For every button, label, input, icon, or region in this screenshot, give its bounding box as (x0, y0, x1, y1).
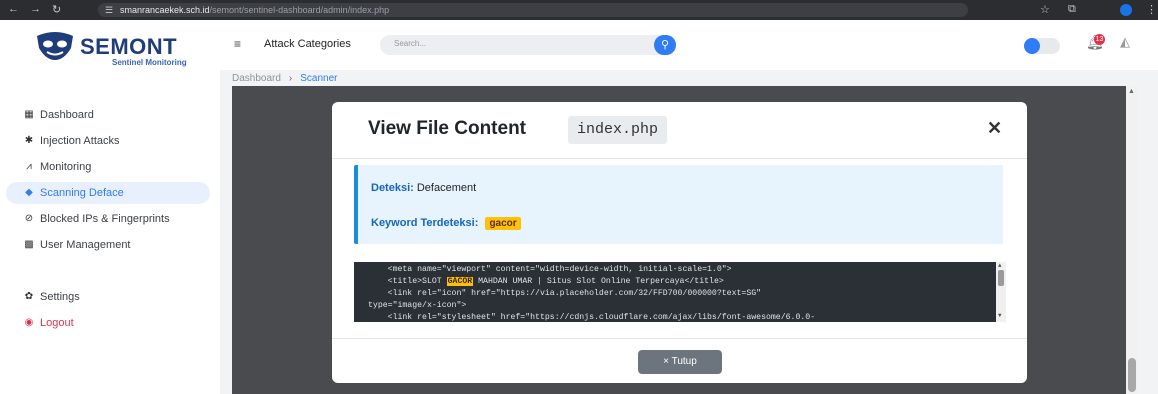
sidebar-item-dashboard[interactable]: ▦ Dashboard (6, 104, 210, 126)
detection-line: Deteksi: Defacement (371, 182, 476, 194)
chart-icon: ⩘ (26, 161, 32, 172)
brand-tagline: Sentinel Monitoring (112, 58, 187, 67)
modal-header: View File Content index.php ✕ (332, 102, 1027, 159)
gear-icon: ✿ (24, 291, 34, 302)
user-avatar-icon[interactable]: ◭ (1120, 34, 1130, 50)
scroll-up-icon[interactable]: ▲ (998, 262, 1002, 269)
scroll-up-icon[interactable]: ▲ (1128, 88, 1135, 95)
scan-icon: ◆ (25, 187, 33, 198)
theme-toggle[interactable] (1024, 38, 1060, 54)
sidebar-item-settings[interactable]: ✿ Settings (6, 286, 210, 308)
modal-title: View File Content (368, 118, 527, 139)
bug-icon: ✱ (24, 135, 34, 146)
view-file-modal: View File Content index.php ✕ Deteksi: D… (332, 102, 1027, 383)
breadcrumb: Dashboard › Scanner (232, 73, 338, 84)
code-line: <title>SLOT GACOR MAHDAN UMAR | Situs Sl… (368, 277, 724, 286)
search-icon: ⚲ (660, 39, 670, 51)
file-content-viewer[interactable]: <meta name="viewport" content="width=dev… (354, 262, 1006, 322)
detection-alert: Deteksi: Defacement Keyword Terdeteksi: … (354, 165, 1003, 244)
extensions-icon[interactable]: ⧉ (1068, 3, 1076, 16)
forward-icon[interactable]: → (30, 3, 41, 15)
users-icon: ▩ (24, 239, 34, 250)
keyword-label: Keyword Terdeteksi: (371, 217, 479, 229)
browser-toolbar: ← → ↻ ☰ smanrancaekek.sch.id/semont/sent… (0, 0, 1158, 20)
search-bar[interactable]: Search... ⚲ (380, 35, 676, 55)
url-path: /semont/sentinel-dashboard/admin/index.p… (209, 5, 390, 15)
toggle-knob (1024, 38, 1040, 54)
scroll-down-icon[interactable]: ▼ (998, 312, 1002, 319)
reload-icon[interactable]: ↻ (52, 3, 61, 16)
breadcrumb-separator-icon: › (288, 73, 293, 84)
code-scrollbar[interactable]: ▲ ▼ (996, 262, 1006, 322)
sidebar-item-injection-attacks[interactable]: ✱ Injection Attacks (6, 130, 210, 152)
profile-avatar[interactable] (1120, 4, 1132, 16)
scrollbar-thumb[interactable] (1128, 358, 1136, 392)
brand-name: SEMONT (80, 34, 178, 59)
sidebar-item-label: Dashboard (40, 109, 94, 121)
code-scrollbar-thumb[interactable] (998, 270, 1004, 286)
sidebar-item-label: Blocked IPs & Fingerprints (40, 213, 170, 225)
code-line: <meta name="viewport" content="width=dev… (368, 265, 732, 274)
breadcrumb-current: Scanner (300, 73, 338, 84)
sidebar-item-label: Monitoring (40, 161, 92, 173)
sidebar-item-user-management[interactable]: ▩ User Management (6, 234, 210, 256)
sidebar-item-label: Injection Attacks (40, 135, 120, 147)
grid-icon: ▦ (24, 109, 34, 120)
hamburger-menu-icon[interactable]: ≡ (234, 37, 241, 51)
browser-menu-icon[interactable]: ⋮ (1146, 3, 1157, 16)
modal-footer: × Tutup (332, 338, 1027, 383)
sidebar-item-label: Logout (40, 317, 74, 329)
ban-icon: ⊘ (24, 213, 34, 224)
site-info-icon[interactable]: ☰ (105, 3, 113, 17)
url-host: smanrancaekek.sch.id (120, 5, 210, 15)
sidebar: SEMONT Sentinel Monitoring ▦ Dashboard ✱… (0, 20, 220, 394)
sidebar-item-logout[interactable]: ◉ Logout (6, 312, 210, 334)
keyword-line: Keyword Terdeteksi: gacor (371, 217, 521, 230)
detection-label: Deteksi: (371, 182, 414, 194)
mask-logo-icon (37, 32, 73, 60)
top-header: ≡ Attack Categories Search... ⚲ 🔔︎ 13 ◭ (220, 20, 1158, 70)
code-text: <title>SLOT (368, 277, 447, 286)
notification-badge: 13 (1094, 34, 1105, 45)
close-icon[interactable]: ✕ (987, 118, 1002, 139)
sidebar-item-label: User Management (40, 239, 131, 251)
attack-categories-menu[interactable]: Attack Categories (264, 38, 351, 50)
search-input[interactable]: Search... (394, 39, 426, 48)
code-line: <link rel="icon" href="https://via.place… (368, 289, 762, 298)
breadcrumb-dashboard[interactable]: Dashboard (232, 73, 281, 84)
logout-icon: ◉ (24, 317, 34, 328)
page-scrollbar[interactable]: ▲ (1126, 86, 1138, 394)
sidebar-item-label: Scanning Deface (40, 187, 124, 199)
keyword-highlight: GACOR (446, 277, 474, 286)
sidebar-item-label: Settings (40, 291, 80, 303)
bookmark-star-icon[interactable]: ☆ (1040, 3, 1050, 16)
filename-badge: index.php (568, 116, 668, 144)
keyword-badge: gacor (485, 217, 521, 230)
sidebar-item-scanning-deface[interactable]: ◆ Scanning Deface (6, 182, 210, 204)
code-line: <link rel="stylesheet" href="https://cdn… (368, 313, 816, 322)
code-text: MAHDAN UMAR | Situs Slot Online Terperca… (473, 277, 724, 286)
back-icon[interactable]: ← (8, 3, 19, 15)
sidebar-item-blocked-ips[interactable]: ⊘ Blocked IPs & Fingerprints (6, 208, 210, 230)
search-button[interactable]: ⚲ (654, 35, 676, 55)
close-button[interactable]: × Tutup (638, 350, 722, 374)
code-line: type="image/x-icon"> (368, 301, 467, 310)
detection-value: Defacement (416, 182, 477, 194)
address-bar[interactable]: ☰ smanrancaekek.sch.id/semont/sentinel-d… (98, 3, 968, 17)
sidebar-item-monitoring[interactable]: ⩘ Monitoring (6, 156, 210, 178)
